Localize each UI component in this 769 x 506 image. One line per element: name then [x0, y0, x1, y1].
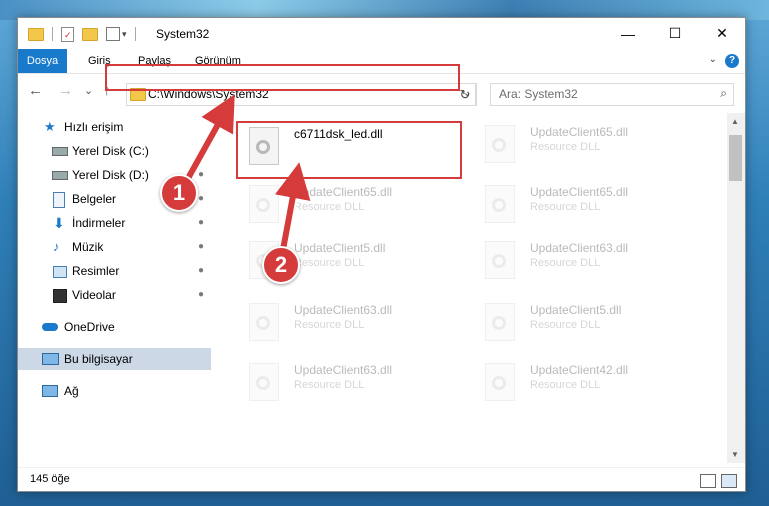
annotation-arrows — [181, 94, 311, 260]
step-1-badge: 1 — [160, 174, 198, 212]
arrow-1 — [183, 94, 235, 184]
step-2-badge: 2 — [262, 246, 300, 284]
